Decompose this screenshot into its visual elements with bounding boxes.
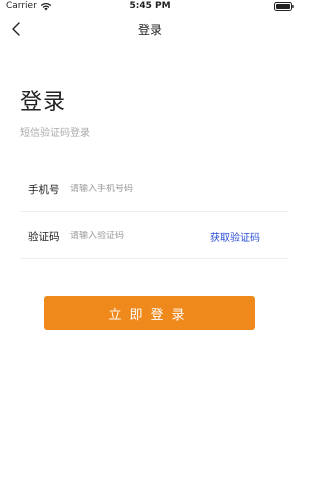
login-screen: Carrier 5:45 PM 登录 登录 短信验证码登录 手机号 请输入手机号… bbox=[0, 0, 300, 500]
login-button[interactable]: 立即登录 bbox=[44, 296, 255, 330]
phone-label: 手机号 bbox=[28, 183, 60, 196]
battery-icon bbox=[274, 2, 294, 11]
status-bar: Carrier 5:45 PM bbox=[0, 0, 300, 14]
phone-input[interactable] bbox=[70, 184, 200, 194]
verification-code-row: 验证码 获取验证码 bbox=[20, 214, 288, 259]
clock: 5:45 PM bbox=[129, 1, 171, 11]
page-subtitle: 短信验证码登录 bbox=[20, 128, 90, 139]
verification-code-label: 验证码 bbox=[28, 230, 60, 243]
page-title: 登录 bbox=[20, 90, 67, 115]
verification-code-input[interactable] bbox=[70, 231, 200, 241]
navigation-bar: 登录 bbox=[0, 14, 300, 44]
nav-title: 登录 bbox=[137, 23, 162, 37]
phone-row: 手机号 bbox=[20, 167, 288, 212]
get-code-button[interactable]: 获取验证码 bbox=[210, 229, 260, 244]
